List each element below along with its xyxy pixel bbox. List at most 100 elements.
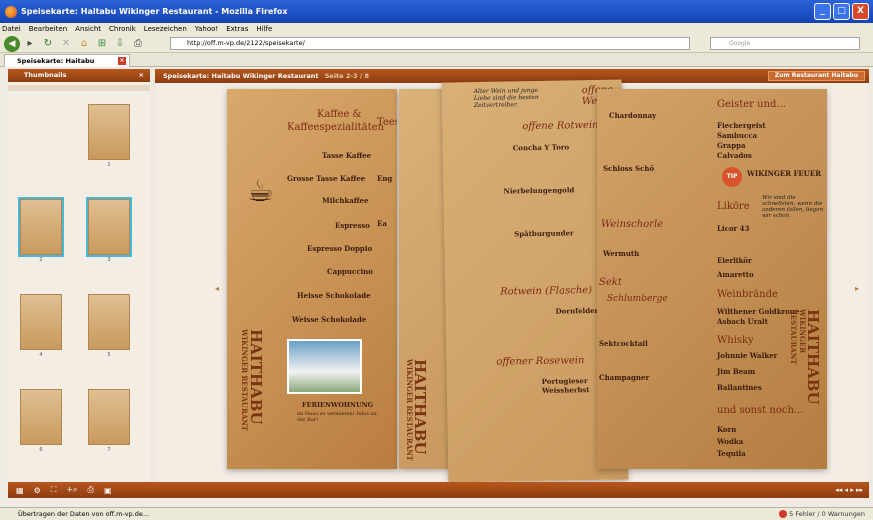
menu-item: Cappuccino (327, 267, 373, 276)
heading-sekt: Sekt (599, 277, 622, 288)
minimize-button[interactable]: _ (814, 3, 831, 20)
menu-item: Sambucca (717, 131, 758, 140)
thumbnails-title: Thumbnails (24, 71, 67, 79)
menu-chronik[interactable]: Chronik (109, 25, 136, 33)
page-indicator: Seite 2-3 / 8 (324, 72, 369, 80)
menu-item: Amaretto (717, 270, 754, 279)
tab-close-icon[interactable]: × (118, 57, 126, 65)
viewer-title: Speisekarte: Haitabu Wikinger Restaurant (163, 72, 319, 80)
coffee-cup-icon: ☕ (247, 174, 274, 209)
fullscreen-icon[interactable]: ⛶ (51, 485, 57, 495)
window-titlebar: Speisekarte: Haitabu Wikinger Restaurant… (0, 0, 873, 23)
menu-hilfe[interactable]: Hilfe (256, 25, 272, 33)
menu-item: Weisse Schokolade (292, 315, 367, 324)
error-icon (779, 510, 788, 518)
firefox-icon (5, 5, 17, 18)
forward-icon[interactable]: ▸ (22, 37, 38, 51)
thumbnail-label: 6 (39, 447, 43, 453)
menu-item: Ea (377, 219, 387, 228)
thumbnail-label: 4 (39, 352, 43, 358)
heading-teesp: Teesp (377, 117, 397, 128)
reload-icon[interactable]: ↻ (40, 37, 56, 51)
heading-weinschorle: Weinschorle (601, 219, 664, 230)
menu-book[interactable]: Kaffee & Kaffeespezialitäten Teesp Tasse… (227, 79, 827, 489)
menu-datei[interactable]: Datei (2, 25, 21, 33)
handwritten-note: Wir sind die schnellsten, wenn die ander… (762, 195, 823, 219)
heading-weinbraende: Weinbrände (717, 289, 778, 300)
menu-ansicht[interactable]: Ansicht (75, 25, 101, 33)
grid-icon[interactable]: ▦ (16, 486, 24, 495)
page-navigation[interactable]: ◂◂ ◂ ▸ ▸▸ (835, 486, 863, 494)
vertical-haithabu: HAITHABU (247, 329, 265, 425)
heading-whisky: Whisky (717, 335, 754, 346)
viewer-toolbar: ▦ ⚙ ⛶ +⌕ ⎙ ▣ ◂◂ ◂ ▸ ▸▸ (8, 482, 869, 498)
menu-bearbeiten[interactable]: Bearbeiten (29, 25, 67, 33)
save-icon[interactable]: ▣ (104, 486, 112, 495)
menu-item: Schloss Schö (603, 164, 655, 173)
thumbnail-page-6[interactable]: 6 (20, 389, 62, 453)
thumbnails-close-icon[interactable]: × (139, 69, 144, 82)
heading-geister: Geister und... (717, 99, 786, 110)
menu-item: Nierbelungengold (503, 185, 575, 196)
menu-item: Sektcocktail (599, 339, 648, 348)
menu-item: Jim Beam (717, 367, 756, 376)
status-text: Übertragen der Daten von off.m-vp.de... (18, 510, 150, 518)
menu-extras[interactable]: Extras (226, 25, 248, 33)
menu-bar: Datei Bearbeiten Ansicht Chronik Lesezei… (0, 23, 873, 35)
menu-item: Grosse Tasse Kaffee (287, 174, 366, 183)
zoom-in-icon[interactable]: +⌕ (66, 485, 77, 495)
url-input[interactable]: http://off.m-vp.de/2122/speisekarte/ (170, 37, 690, 50)
menu-item: Licor 43 (717, 224, 750, 233)
download-icon[interactable]: ⇩ (112, 37, 128, 51)
home-icon[interactable]: ⌂ (76, 37, 92, 51)
thumbnail-page-2[interactable]: 2 (18, 197, 64, 263)
menu-item: Johnnie Walker (717, 351, 778, 360)
thumbnails-scrollbar[interactable] (8, 85, 150, 91)
menu-item: Espresso (335, 221, 370, 230)
prev-page-icon[interactable]: ◂ (215, 284, 219, 293)
status-bar: Übertragen der Daten von off.m-vp.de... … (0, 507, 873, 520)
menu-item: Asbach Uralt (717, 317, 768, 326)
menu-item: Eierlikör (717, 256, 752, 265)
thumbnail-page-5[interactable]: 5 (88, 294, 130, 358)
maximize-button[interactable]: □ (833, 3, 850, 20)
thumbnail-label: 3 (107, 257, 111, 263)
tab-speisekarte[interactable]: Speisekarte: Haitabu Wikinger R... × (4, 54, 130, 77)
thumbnail-label: 2 (39, 257, 43, 263)
zum-restaurant-button[interactable]: Zum Restaurant Haitabu (767, 71, 865, 81)
thumbnail-page-4[interactable]: 4 (20, 294, 62, 358)
vertical-subtitle: WIKINGER RESTAURANT (405, 359, 414, 461)
menu-item: Heisse Schokolade (297, 291, 371, 300)
next-page-icon[interactable]: ▸ (855, 284, 859, 293)
print-icon[interactable]: ⎙ (130, 37, 146, 51)
menu-item: Chardonnay (609, 111, 657, 120)
ad-subtitle: im Haus zu vermieten! Infos an der Bar! (297, 411, 377, 423)
bookmark-add-icon[interactable]: ⊞ (94, 37, 110, 51)
error-status[interactable]: 5 Fehler / 0 Warnungen (779, 508, 865, 520)
menu-yahoo[interactable]: Yahoo! (195, 25, 218, 33)
schlumberger-script: Schlumberge (607, 294, 668, 304)
menu-lesezeichen[interactable]: Lesezeichen (144, 25, 187, 33)
menu-page-4: Chardonnay Schloss Schö Weinschorle Werm… (597, 89, 827, 469)
search-input[interactable]: Google (710, 37, 860, 50)
handwritten-note: Alter Wein und junge Liebe sind die best… (473, 86, 539, 110)
heading-rotwein-flasche: Rotwein (Flasche) (500, 285, 593, 298)
heading-kaffeespezialitaeten: Kaffeespezialitäten (287, 122, 385, 133)
close-button[interactable]: X (852, 3, 869, 20)
navigation-toolbar: ◀ ▸ ↻ ✕ ⌂ ⊞ ⇩ ⎙ http://off.m-vp.de/2122/… (0, 35, 873, 53)
print-icon[interactable]: ⎙ (88, 485, 94, 495)
menu-item: Milchkaffee (322, 196, 369, 205)
thumbnail-page-1[interactable]: 1 (88, 104, 130, 168)
back-icon[interactable]: ◀ (4, 35, 20, 52)
thumbnail-page-3[interactable]: 3 (86, 197, 132, 263)
ad-title: FERIENWOHNUNG (302, 401, 374, 409)
stop-icon[interactable]: ✕ (58, 37, 74, 51)
vertical-subtitle: WIKINGER RESTAURANT (240, 329, 249, 431)
settings-icon[interactable]: ⚙ (34, 486, 41, 495)
thumbnail-page-7[interactable]: 7 (88, 389, 130, 453)
wikinger-feuer: WIKINGER FEUER (747, 169, 822, 178)
page-content: Thumbnails × 1 2 3 4 5 6 7 Speisekarte: … (0, 67, 873, 507)
menu-item: Tasse Kaffee (322, 151, 372, 160)
menu-item: Spätburgunder (514, 228, 574, 239)
error-count: 5 Fehler / 0 Warnungen (789, 510, 865, 518)
